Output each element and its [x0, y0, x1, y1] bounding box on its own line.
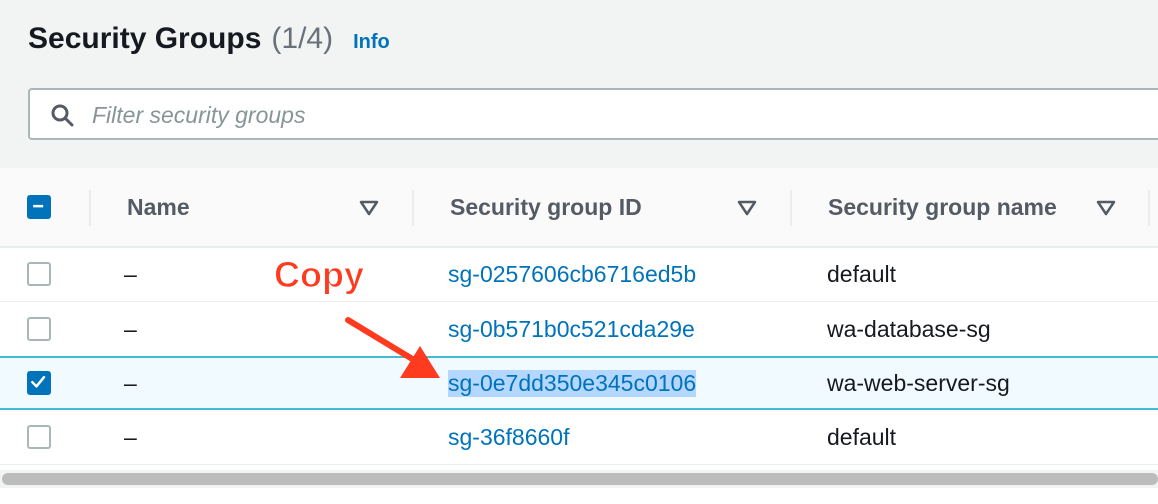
- row-checkbox[interactable]: [27, 317, 51, 341]
- security-group-id-cell: sg-36f8660f: [448, 410, 569, 464]
- column-header-name[interactable]: Name: [127, 168, 190, 246]
- security-group-id-cell: sg-0257606cb6716ed5b: [448, 247, 696, 301]
- annotation-label: Copy: [274, 254, 365, 296]
- column-header-security-group-name[interactable]: Security group name: [828, 168, 1057, 246]
- security-group-name-cell: wa-database-sg: [827, 315, 991, 342]
- annotation-arrow-icon: [345, 317, 440, 378]
- info-link[interactable]: Info: [353, 31, 390, 54]
- column-divider[interactable]: [412, 190, 414, 226]
- search-icon: [51, 104, 74, 127]
- selection-count: (1/4): [271, 22, 334, 55]
- table-row[interactable]: – sg-36f8660f default: [0, 410, 1158, 465]
- page-header: Security Groups (1/4) Info: [28, 22, 390, 62]
- row-checkbox-checked[interactable]: [27, 371, 51, 395]
- row-checkbox[interactable]: [27, 425, 51, 449]
- name-cell: –: [124, 369, 137, 396]
- security-group-id-link[interactable]: sg-0e7dd350e345c0106: [448, 369, 697, 397]
- name-cell: –: [124, 260, 137, 287]
- security-group-name-cell: default: [827, 260, 897, 287]
- security-group-id-link[interactable]: sg-0257606cb6716ed5b: [448, 261, 696, 288]
- security-group-name-cell: default: [827, 423, 897, 450]
- search-box[interactable]: [28, 88, 1158, 140]
- column-divider[interactable]: [1148, 190, 1150, 226]
- page-title: Security Groups: [28, 22, 262, 55]
- name-cell: –: [124, 423, 137, 450]
- search-input[interactable]: [90, 96, 1094, 134]
- security-group-name-cell: wa-web-server-sg: [827, 369, 1010, 396]
- table-row-selected[interactable]: – sg-0e7dd350e345c0106 wa-web-server-sg: [0, 356, 1158, 410]
- table-row[interactable]: – sg-0257606cb6716ed5b default: [0, 247, 1158, 302]
- security-group-id-cell: sg-0e7dd350e345c0106: [448, 358, 697, 408]
- scrollbar-thumb[interactable]: [2, 473, 1158, 485]
- table-row[interactable]: – sg-0b571b0c521cda29e wa-database-sg: [0, 302, 1158, 357]
- table-header: Name Security group ID Security group na…: [0, 168, 1158, 248]
- security-group-id-cell: sg-0b571b0c521cda29e: [448, 302, 695, 356]
- horizontal-scrollbar[interactable]: [0, 470, 1158, 488]
- select-all-checkbox[interactable]: [27, 195, 51, 219]
- sort-down-icon[interactable]: [737, 199, 757, 217]
- security-group-id-link[interactable]: sg-36f8660f: [448, 424, 569, 451]
- sort-down-icon[interactable]: [359, 199, 379, 217]
- column-divider[interactable]: [790, 190, 792, 226]
- name-cell: –: [124, 315, 137, 342]
- sort-down-icon[interactable]: [1096, 199, 1116, 217]
- security-group-id-link[interactable]: sg-0b571b0c521cda29e: [448, 316, 695, 343]
- row-checkbox[interactable]: [27, 262, 51, 286]
- column-header-security-group-id[interactable]: Security group ID: [450, 168, 642, 246]
- column-divider[interactable]: [89, 190, 91, 226]
